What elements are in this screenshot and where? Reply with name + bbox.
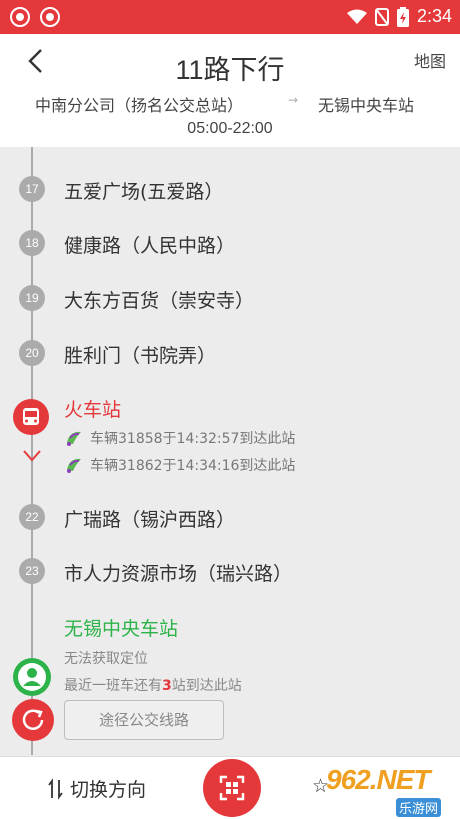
app-icon — [40, 7, 60, 27]
stop-name: 胜利门（书院弄） — [64, 345, 217, 367]
current-stop-name[interactable]: 火车站 — [64, 395, 121, 422]
watermark-text: 962.NET — [326, 764, 430, 795]
page-title: 11路下行 — [175, 55, 285, 85]
stop-number: 17 — [19, 176, 45, 202]
wifi-icon — [346, 9, 367, 24]
bus-icon — [13, 399, 49, 435]
stop-number: 19 — [19, 285, 45, 311]
vehicle-arrival: 车辆31858于14:32:57到达此站 — [64, 429, 295, 447]
stop-name: 大东方百货（崇安寺） — [64, 290, 255, 312]
stop-name: 五爱广场(五爱路） — [64, 181, 224, 203]
stop-number: 23 — [19, 558, 45, 584]
no-sim-icon — [374, 7, 389, 26]
app-icon — [10, 7, 30, 27]
scan-qr-icon — [219, 775, 245, 801]
route-header: 11路下行 地图 中南分公司（扬名公交总站） → 无锡中央车站 05:00-22… — [0, 34, 460, 147]
stop-name: 市人力资源市场（瑞兴路） — [64, 563, 293, 585]
stops-remaining: 3 — [162, 678, 172, 694]
clock: 2:34 — [416, 6, 452, 26]
operating-hours: 05:00-22:00 — [187, 120, 273, 137]
destination-stop-name[interactable]: 无锡中央车站 — [64, 614, 178, 641]
vehicle-arrival-text: 车辆31862于14:34:16到达此站 — [90, 458, 296, 474]
vehicle-arrival-text: 车辆31858于14:32:57到达此站 — [90, 431, 296, 447]
nearest-prefix: 最近一班车还有 — [64, 678, 162, 694]
chevron-down-icon — [23, 450, 41, 462]
vehicle-icon — [67, 458, 81, 473]
stop-number: 20 — [19, 340, 45, 366]
stop-name: 健康路（人民中路） — [64, 235, 236, 257]
watermark-logo: 962.NET 乐游网 — [326, 764, 456, 817]
refresh-icon — [22, 709, 44, 730]
swap-arrows-icon — [48, 777, 63, 800]
location-status: 无法获取定位 — [64, 651, 148, 667]
nearest-bus-info: 最近一班车还有3站到达此站 — [64, 675, 242, 695]
map-button[interactable]: 地图 — [414, 48, 446, 72]
stop-number: 18 — [19, 230, 45, 256]
stop-number: 22 — [19, 504, 45, 530]
passing-lines-button[interactable]: 途径公交线路 — [64, 700, 224, 740]
battery-icon — [396, 6, 409, 27]
vehicle-icon — [67, 431, 81, 446]
vehicle-arrival: 车辆31862于14:34:16到达此站 — [64, 456, 295, 474]
nearest-suffix: 站到达此站 — [171, 678, 242, 694]
switch-direction-button[interactable]: 切换方向 — [48, 775, 146, 802]
switch-direction-label: 切换方向 — [70, 779, 147, 801]
scan-button[interactable] — [203, 759, 261, 817]
route-origin: 中南分公司（扬名公交总站） — [35, 96, 244, 115]
watermark-subtext: 乐游网 — [396, 798, 442, 817]
arrow-right-icon: → — [288, 93, 299, 107]
refresh-button[interactable] — [12, 699, 54, 741]
route-destination: 无锡中央车站 — [318, 96, 415, 115]
status-bar: 2:34 — [0, 0, 460, 34]
stop-name: 广瑞路（锡沪西路） — [64, 509, 236, 531]
user-location-icon — [13, 658, 51, 696]
